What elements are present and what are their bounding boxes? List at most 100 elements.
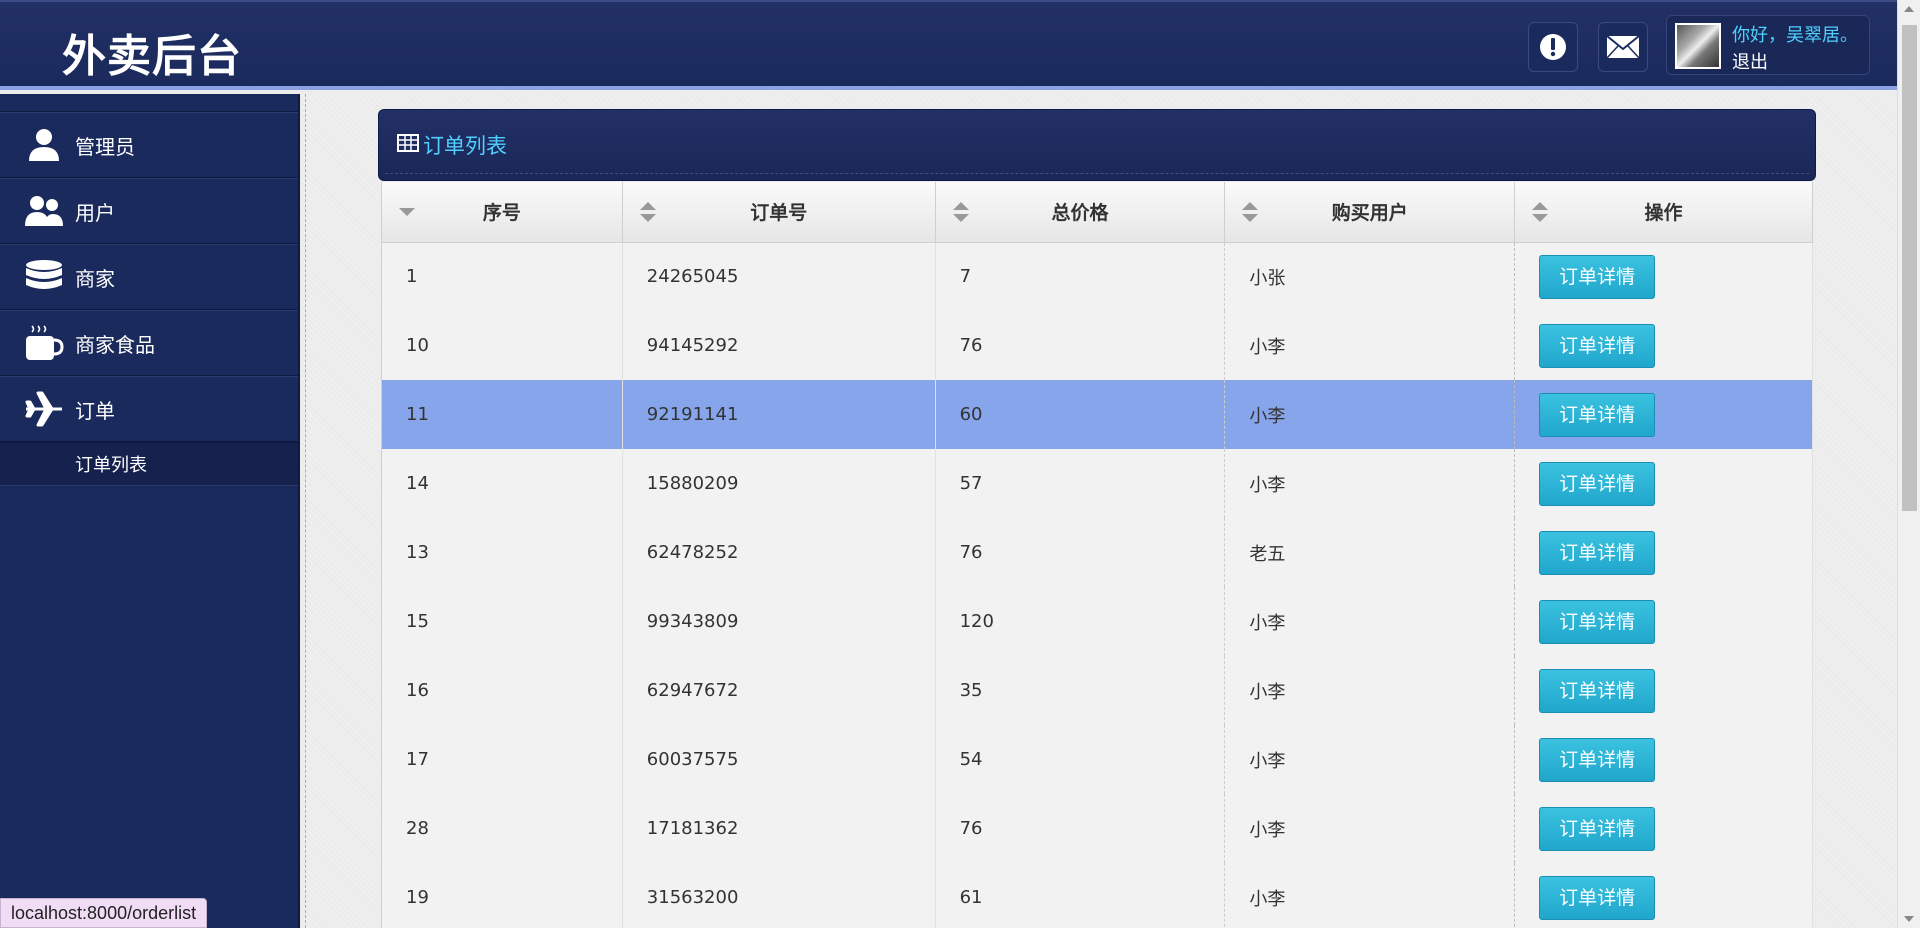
table-row[interactable]: 19 31563200 61 小李 订单详情 bbox=[381, 863, 1813, 928]
column-header-label: 总价格 bbox=[1051, 202, 1109, 225]
sort-icon bbox=[1532, 202, 1549, 222]
column-header-total[interactable]: 总价格 bbox=[935, 182, 1226, 243]
column-header-label: 订单号 bbox=[750, 202, 808, 225]
table-row[interactable]: 14 15880209 57 小李 订单详情 bbox=[381, 449, 1813, 518]
cell-action: 订单详情 bbox=[1514, 311, 1813, 380]
sidebar-item-merchants[interactable]: 商家 bbox=[0, 244, 298, 310]
table-row[interactable]: 28 17181362 76 小李 订单详情 bbox=[381, 794, 1813, 863]
order-detail-button[interactable]: 订单详情 bbox=[1539, 875, 1656, 920]
cell-action: 订单详情 bbox=[1514, 725, 1813, 794]
sort-desc-icon bbox=[399, 208, 415, 216]
cell-order-no: 94145292 bbox=[622, 311, 936, 380]
table-row[interactable]: 13 62478252 76 老五 订单详情 bbox=[381, 518, 1813, 587]
table-row[interactable]: 10 94145292 76 小李 订单详情 bbox=[381, 311, 1813, 380]
cell-id: 19 bbox=[381, 863, 623, 928]
column-header-user[interactable]: 购买用户 bbox=[1224, 182, 1516, 243]
column-header-action[interactable]: 操作 bbox=[1514, 182, 1813, 243]
coffee-cup-icon bbox=[24, 323, 64, 363]
table-row[interactable]: 17 60037575 54 小李 订单详情 bbox=[381, 725, 1813, 794]
user-box: 你好，吴翠居。 退出 bbox=[1666, 15, 1870, 75]
scroll-down-arrow-icon[interactable] bbox=[1904, 916, 1914, 922]
sort-icon bbox=[952, 202, 969, 222]
table-row[interactable]: 15 99343809 120 小李 订单详情 bbox=[381, 587, 1813, 656]
cell-total: 61 bbox=[935, 863, 1226, 928]
cell-user: 小李 bbox=[1224, 725, 1516, 794]
sidebar-subitem-order-list[interactable]: 订单列表 bbox=[0, 442, 298, 486]
cell-action: 订单详情 bbox=[1514, 587, 1813, 656]
cell-user: 小李 bbox=[1224, 656, 1516, 725]
sidebar-item-merchant-food[interactable]: 商家食品 bbox=[0, 310, 298, 376]
order-detail-button[interactable]: 订单详情 bbox=[1539, 254, 1656, 299]
table-row[interactable]: 16 62947672 35 小李 订单详情 bbox=[381, 656, 1813, 725]
sidebar-item-users[interactable]: 用户 bbox=[0, 178, 298, 244]
cell-id: 13 bbox=[381, 518, 623, 587]
cell-total: 76 bbox=[935, 794, 1226, 863]
panel-header: 订单列表 bbox=[378, 109, 1816, 181]
cell-user: 小李 bbox=[1224, 449, 1516, 518]
table-row[interactable]: 11 92191141 60 小李 订单详情 bbox=[381, 380, 1813, 449]
cell-order-no: 60037575 bbox=[622, 725, 936, 794]
cell-action: 订单详情 bbox=[1514, 656, 1813, 725]
cell-id: 11 bbox=[381, 380, 623, 449]
avatar[interactable] bbox=[1675, 23, 1721, 69]
cell-user: 小张 bbox=[1224, 242, 1516, 311]
cell-order-no: 15880209 bbox=[622, 449, 936, 518]
column-header-label: 购买用户 bbox=[1331, 202, 1408, 225]
cell-id: 10 bbox=[381, 311, 623, 380]
cell-user: 小李 bbox=[1224, 587, 1516, 656]
cell-action: 订单详情 bbox=[1514, 518, 1813, 587]
cell-order-no: 99343809 bbox=[622, 587, 936, 656]
table-row[interactable]: 1 24265045 7 小张 订单详情 bbox=[381, 242, 1813, 311]
cell-id: 17 bbox=[381, 725, 623, 794]
cell-action: 订单详情 bbox=[1514, 380, 1813, 449]
order-detail-button[interactable]: 订单详情 bbox=[1539, 599, 1656, 644]
column-header-id[interactable]: 序号 bbox=[381, 182, 623, 243]
sidebar-item-label: 订单 bbox=[75, 398, 115, 423]
table-header-row: 序号 订单号 总价格 购买用户 操作 bbox=[381, 182, 1813, 243]
cell-order-no: 62947672 bbox=[622, 656, 936, 725]
cell-order-no: 17181362 bbox=[622, 794, 936, 863]
column-header-label: 序号 bbox=[482, 202, 521, 225]
order-detail-button[interactable]: 订单详情 bbox=[1539, 530, 1656, 575]
cell-action: 订单详情 bbox=[1514, 242, 1813, 311]
scroll-up-arrow-icon[interactable] bbox=[1904, 6, 1914, 12]
mail-icon bbox=[1606, 35, 1640, 59]
cell-total: 7 bbox=[935, 242, 1226, 311]
order-detail-button[interactable]: 订单详情 bbox=[1539, 737, 1656, 782]
cell-order-no: 92191141 bbox=[622, 380, 936, 449]
alert-button[interactable] bbox=[1528, 22, 1578, 72]
table-body: 1 24265045 7 小张 订单详情 10 94145292 76 小李 订单详情 11 9219… bbox=[381, 242, 1813, 928]
table-icon bbox=[397, 134, 419, 152]
cell-total: 76 bbox=[935, 311, 1226, 380]
cell-user: 小李 bbox=[1224, 794, 1516, 863]
cell-total: 76 bbox=[935, 518, 1226, 587]
order-detail-button[interactable]: 订单详情 bbox=[1539, 392, 1656, 437]
mail-button[interactable] bbox=[1598, 22, 1648, 72]
cell-id: 15 bbox=[381, 587, 623, 656]
cell-user: 小李 bbox=[1224, 863, 1516, 928]
cell-id: 14 bbox=[381, 449, 623, 518]
users-icon bbox=[24, 191, 64, 231]
airplane-icon bbox=[24, 389, 64, 429]
order-detail-button[interactable]: 订单详情 bbox=[1539, 806, 1656, 851]
order-detail-button[interactable]: 订单详情 bbox=[1539, 668, 1656, 713]
cell-id: 28 bbox=[381, 794, 623, 863]
cell-id: 1 bbox=[381, 242, 623, 311]
cell-action: 订单详情 bbox=[1514, 449, 1813, 518]
order-detail-button[interactable]: 订单详情 bbox=[1539, 323, 1656, 368]
status-url: localhost:8000/orderlist bbox=[0, 898, 208, 928]
sidebar-item-admin[interactable]: 管理员 bbox=[0, 112, 298, 178]
column-header-order-no[interactable]: 订单号 bbox=[622, 182, 936, 243]
cell-order-no: 31563200 bbox=[622, 863, 936, 928]
cell-total: 57 bbox=[935, 449, 1226, 518]
cell-total: 60 bbox=[935, 380, 1226, 449]
logout-link[interactable]: 退出 bbox=[1732, 48, 1768, 74]
panel-title: 订单列表 bbox=[423, 134, 507, 158]
order-detail-button[interactable]: 订单详情 bbox=[1539, 461, 1656, 506]
admin-user-icon bbox=[24, 125, 64, 165]
scroll-thumb[interactable] bbox=[1902, 25, 1917, 511]
cell-id: 16 bbox=[381, 656, 623, 725]
sidebar-item-orders[interactable]: 订单 bbox=[0, 376, 298, 442]
page-scrollbar[interactable] bbox=[1897, 0, 1920, 928]
sort-icon bbox=[1242, 202, 1259, 222]
